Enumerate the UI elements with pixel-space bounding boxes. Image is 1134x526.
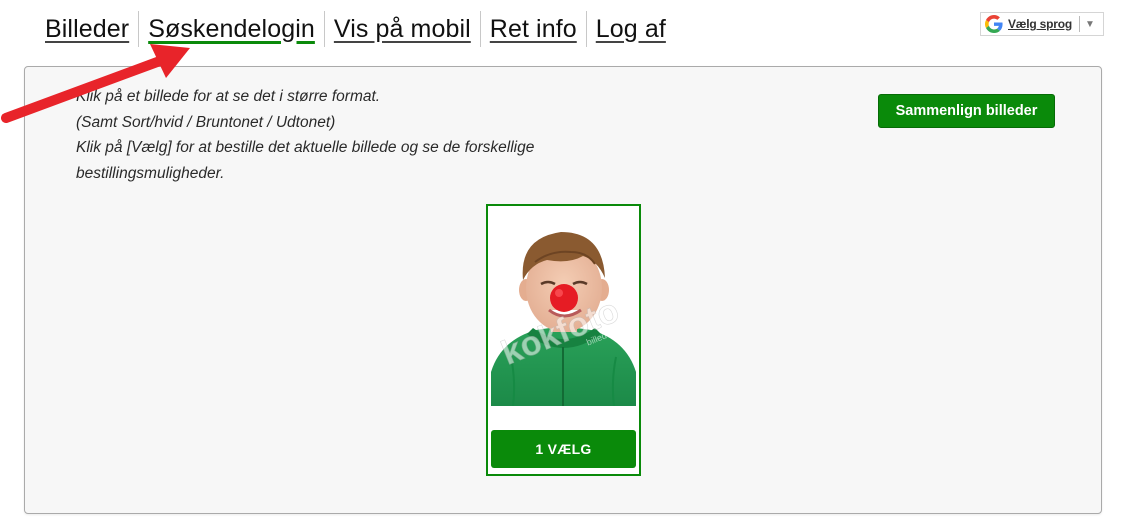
nav-link-vis-paa-mobil[interactable]: Vis på mobil <box>334 15 471 44</box>
nav-link-ret-info[interactable]: Ret info <box>490 15 577 44</box>
nav-item-log-af: Log af <box>587 11 675 47</box>
child-portrait-photo[interactable]: kokfoto billede <box>491 222 636 406</box>
select-photo-button[interactable]: 1 VÆLG <box>491 430 636 468</box>
nav-item-billeder: Billeder <box>36 11 140 47</box>
nav-link-log-af[interactable]: Log af <box>596 15 666 44</box>
google-g-icon <box>985 15 1003 33</box>
language-select-divider <box>1079 16 1081 32</box>
nav-item-soskendelogin: Søskendelogin <box>139 11 325 47</box>
triangle-down-icon: ▼ <box>1085 18 1095 30</box>
instruction-line-2: (Samt Sort/hvid / Bruntonet / Udtonet) <box>76 113 336 131</box>
compare-photos-button[interactable]: Sammenlign billeder <box>878 94 1055 128</box>
nav-link-billeder[interactable]: Billeder <box>45 15 129 44</box>
language-select-label: Vælg sprog <box>1008 17 1073 31</box>
instruction-line-1: Klik på et billede for at se det i størr… <box>76 88 381 105</box>
nav-link-soskendelogin[interactable]: Søskendelogin <box>148 15 315 44</box>
instructions: Klik på et billede for at se det i størr… <box>76 84 596 186</box>
nav-item-ret-info: Ret info <box>481 11 587 47</box>
photo-card: kokfoto billede 1 VÆLG <box>486 204 641 476</box>
photo-panel: Klik på et billede for at se det i størr… <box>24 66 1102 514</box>
language-select[interactable]: Vælg sprog ▼ <box>980 12 1104 36</box>
main-nav: Billeder Søskendelogin Vis på mobil Ret … <box>36 8 675 50</box>
instruction-line-4: bestillingsmuligheder. <box>76 164 225 182</box>
instruction-line-3: Klik på [Vælg] for at bestille det aktue… <box>76 139 535 156</box>
nav-item-vis-paa-mobil: Vis på mobil <box>325 11 481 47</box>
